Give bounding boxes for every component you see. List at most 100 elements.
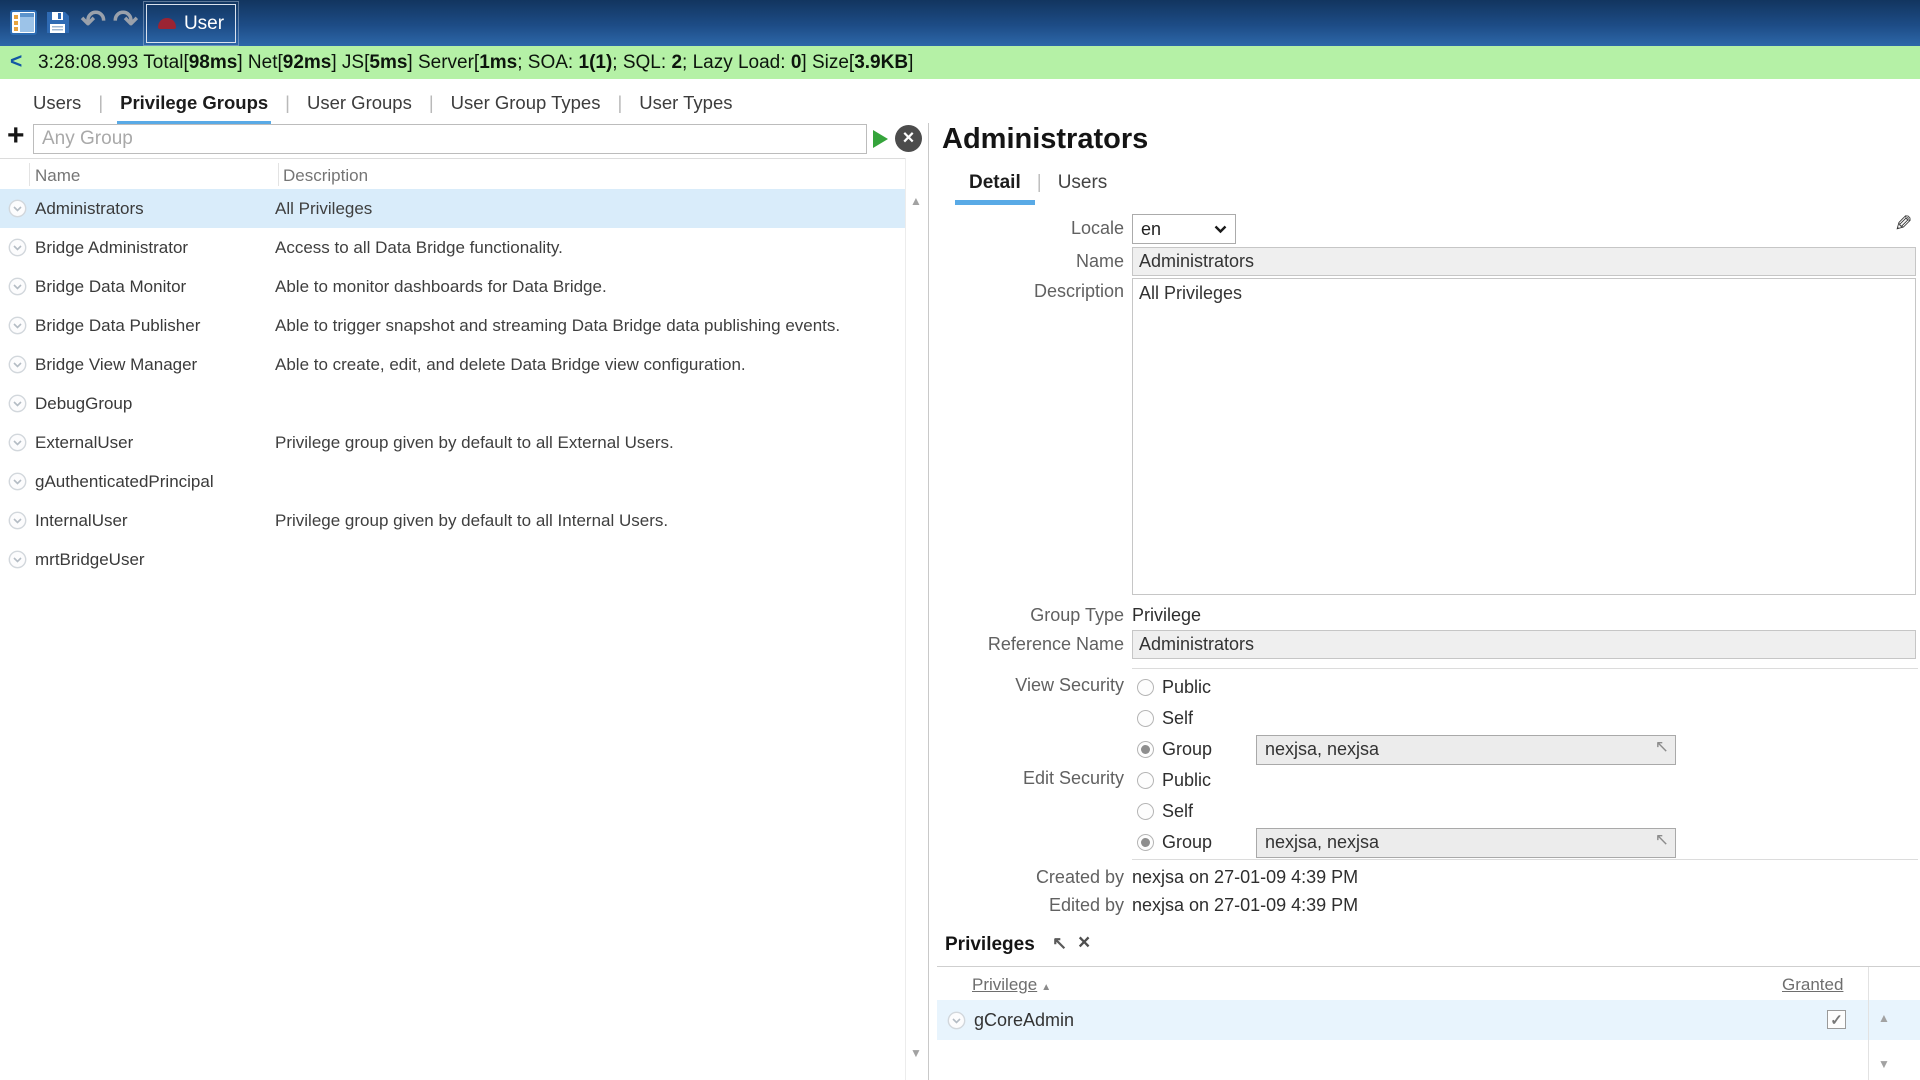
status-segment: 98ms	[189, 52, 238, 73]
redo-icon[interactable]: ↷	[112, 9, 139, 36]
radio-group[interactable]	[1137, 834, 1154, 851]
nav-tab-users[interactable]: Users	[30, 79, 84, 125]
radio-public[interactable]	[1137, 772, 1154, 789]
radio-group[interactable]	[1137, 741, 1154, 758]
group-name: InternalUser	[35, 511, 275, 531]
chevron-down-icon[interactable]	[8, 472, 27, 491]
locale-label: Locale	[930, 218, 1124, 239]
add-group-icon[interactable]: +	[7, 119, 25, 153]
scrollbar-up-icon[interactable]: ▲	[910, 194, 922, 208]
nw-arrow-icon[interactable]: ↖	[1052, 933, 1067, 954]
group-list-row[interactable]: Bridge Data MonitorAble to monitor dashb…	[0, 267, 905, 306]
chevron-down-icon[interactable]	[8, 550, 27, 569]
chevron-down-icon[interactable]	[8, 277, 27, 296]
chevron-down-icon[interactable]	[8, 316, 27, 335]
status-segment: 1(1)	[579, 52, 613, 73]
group-name: ExternalUser	[35, 433, 275, 453]
group-description: Able to monitor dashboards for Data Brid…	[275, 277, 905, 297]
nav-tab-user-group-types[interactable]: User Group Types	[448, 79, 604, 125]
left-scrollbar[interactable]: ▲ ▼	[905, 158, 928, 1080]
name-input[interactable]	[1132, 247, 1916, 276]
group-list-row[interactable]: DebugGroup	[0, 384, 905, 423]
tab-separator: |	[84, 79, 117, 114]
group-type-value: Privilege	[1132, 605, 1201, 626]
group-list-row[interactable]: gAuthenticatedPrincipal	[0, 462, 905, 501]
edit-security-label: Edit Security	[930, 768, 1124, 789]
radio-self[interactable]	[1137, 710, 1154, 727]
detail-tab-detail[interactable]: Detail	[955, 170, 1035, 205]
nw-arrow-icon[interactable]: ↖	[1655, 737, 1669, 757]
group-list-panel: + × Name Description AdministratorsAll P…	[0, 123, 928, 1080]
group-list-row[interactable]: AdministratorsAll Privileges	[0, 189, 905, 228]
radio-self[interactable]	[1137, 803, 1154, 820]
chevron-down-icon[interactable]	[8, 355, 27, 374]
chevron-down-icon	[1214, 225, 1227, 234]
run-search-icon[interactable]	[873, 130, 888, 148]
nav-tab-user-groups[interactable]: User Groups	[304, 79, 415, 125]
group-name: gAuthenticatedPrincipal	[35, 472, 275, 492]
group-name: Bridge Data Monitor	[35, 277, 275, 297]
column-header-granted[interactable]: Granted	[1782, 975, 1843, 995]
scrollbar-down-icon[interactable]: ▼	[910, 1046, 922, 1060]
chevron-down-icon[interactable]	[8, 394, 27, 413]
scrollbar-up-icon[interactable]: ▲	[1878, 1011, 1890, 1025]
group-name: Bridge Data Publisher	[35, 316, 275, 336]
view-security-label: View Security	[930, 675, 1124, 696]
group-list-row[interactable]: ExternalUserPrivilege group given by def…	[0, 423, 905, 462]
locale-select[interactable]: en	[1132, 214, 1236, 244]
description-textarea[interactable]: All Privileges	[1132, 278, 1916, 595]
status-segment: ; SOA:	[517, 52, 578, 73]
clear-x-icon[interactable]: ×	[1078, 931, 1090, 955]
group-list-row[interactable]: Bridge AdministratorAccess to all Data B…	[0, 228, 905, 267]
nav-tab-privilege-groups[interactable]: Privilege Groups	[117, 79, 271, 125]
scrollbar-down-icon[interactable]: ▼	[1878, 1057, 1890, 1071]
privilege-row[interactable]: gCoreAdmin ✓	[937, 1000, 1920, 1040]
security-option-row: Groupnexjsa, nexjsa↖	[1137, 827, 1676, 858]
undo-icon[interactable]: ↶	[80, 9, 107, 36]
privileges-table-header: Privilege▲ Granted	[937, 967, 1920, 1000]
security-option-row: Self	[1137, 796, 1676, 827]
status-segment: 92ms	[283, 52, 332, 73]
granted-checkbox[interactable]: ✓	[1827, 1010, 1846, 1029]
created-by-label: Created by	[930, 867, 1124, 888]
tab-separator: |	[271, 79, 304, 114]
security-group-input[interactable]: nexjsa, nexjsa↖	[1256, 828, 1676, 858]
group-description: Able to create, edit, and delete Data Br…	[275, 355, 905, 375]
column-header-name[interactable]: Name	[35, 166, 80, 186]
chevron-down-icon[interactable]	[8, 433, 27, 452]
detail-tab-users[interactable]: Users	[1044, 170, 1122, 205]
nav-tab-user-types[interactable]: User Types	[636, 79, 735, 125]
group-name: DebugGroup	[35, 394, 275, 414]
group-type-label: Group Type	[930, 605, 1124, 626]
chevron-down-icon[interactable]	[8, 238, 27, 257]
edit-pencil-icon[interactable]: ✎	[1894, 211, 1912, 237]
status-segment: 2	[671, 52, 682, 73]
privilege-name: gCoreAdmin	[974, 1010, 1074, 1031]
group-list-row[interactable]: Bridge Data PublisherAble to trigger sna…	[0, 306, 905, 345]
back-arrow-icon[interactable]: <	[10, 50, 22, 74]
locale-selected-value: en	[1141, 219, 1161, 240]
column-header-description[interactable]: Description	[283, 166, 368, 186]
reference-name-input[interactable]	[1132, 630, 1916, 659]
security-group-input[interactable]: nexjsa, nexjsa↖	[1256, 735, 1676, 765]
radio-public[interactable]	[1137, 679, 1154, 696]
detail-tabs: Detail|Users	[955, 170, 1121, 205]
chevron-down-icon[interactable]	[8, 511, 27, 530]
clear-search-icon[interactable]: ×	[895, 125, 922, 152]
status-segment: ; SQL:	[612, 52, 671, 73]
panel-divider	[928, 123, 929, 1080]
chevron-down-icon[interactable]	[947, 1011, 966, 1030]
group-list-row[interactable]: mrtBridgeUser	[0, 540, 905, 579]
save-icon[interactable]	[44, 9, 71, 36]
chevron-down-icon[interactable]	[8, 199, 27, 218]
group-search-input[interactable]	[33, 124, 867, 154]
group-list-row[interactable]: Bridge View ManagerAble to create, edit,…	[0, 345, 905, 384]
privileges-rows: gCoreAdmin ✓	[937, 1000, 1920, 1040]
layout-panel-icon[interactable]	[10, 9, 37, 36]
group-list-row[interactable]: InternalUserPrivilege group given by def…	[0, 501, 905, 540]
nw-arrow-icon[interactable]: ↖	[1655, 830, 1669, 850]
column-header-privilege[interactable]: Privilege▲	[972, 975, 1051, 995]
status-segment: 5ms	[369, 52, 407, 73]
user-module-button[interactable]: User	[146, 4, 236, 43]
user-icon	[158, 18, 176, 29]
